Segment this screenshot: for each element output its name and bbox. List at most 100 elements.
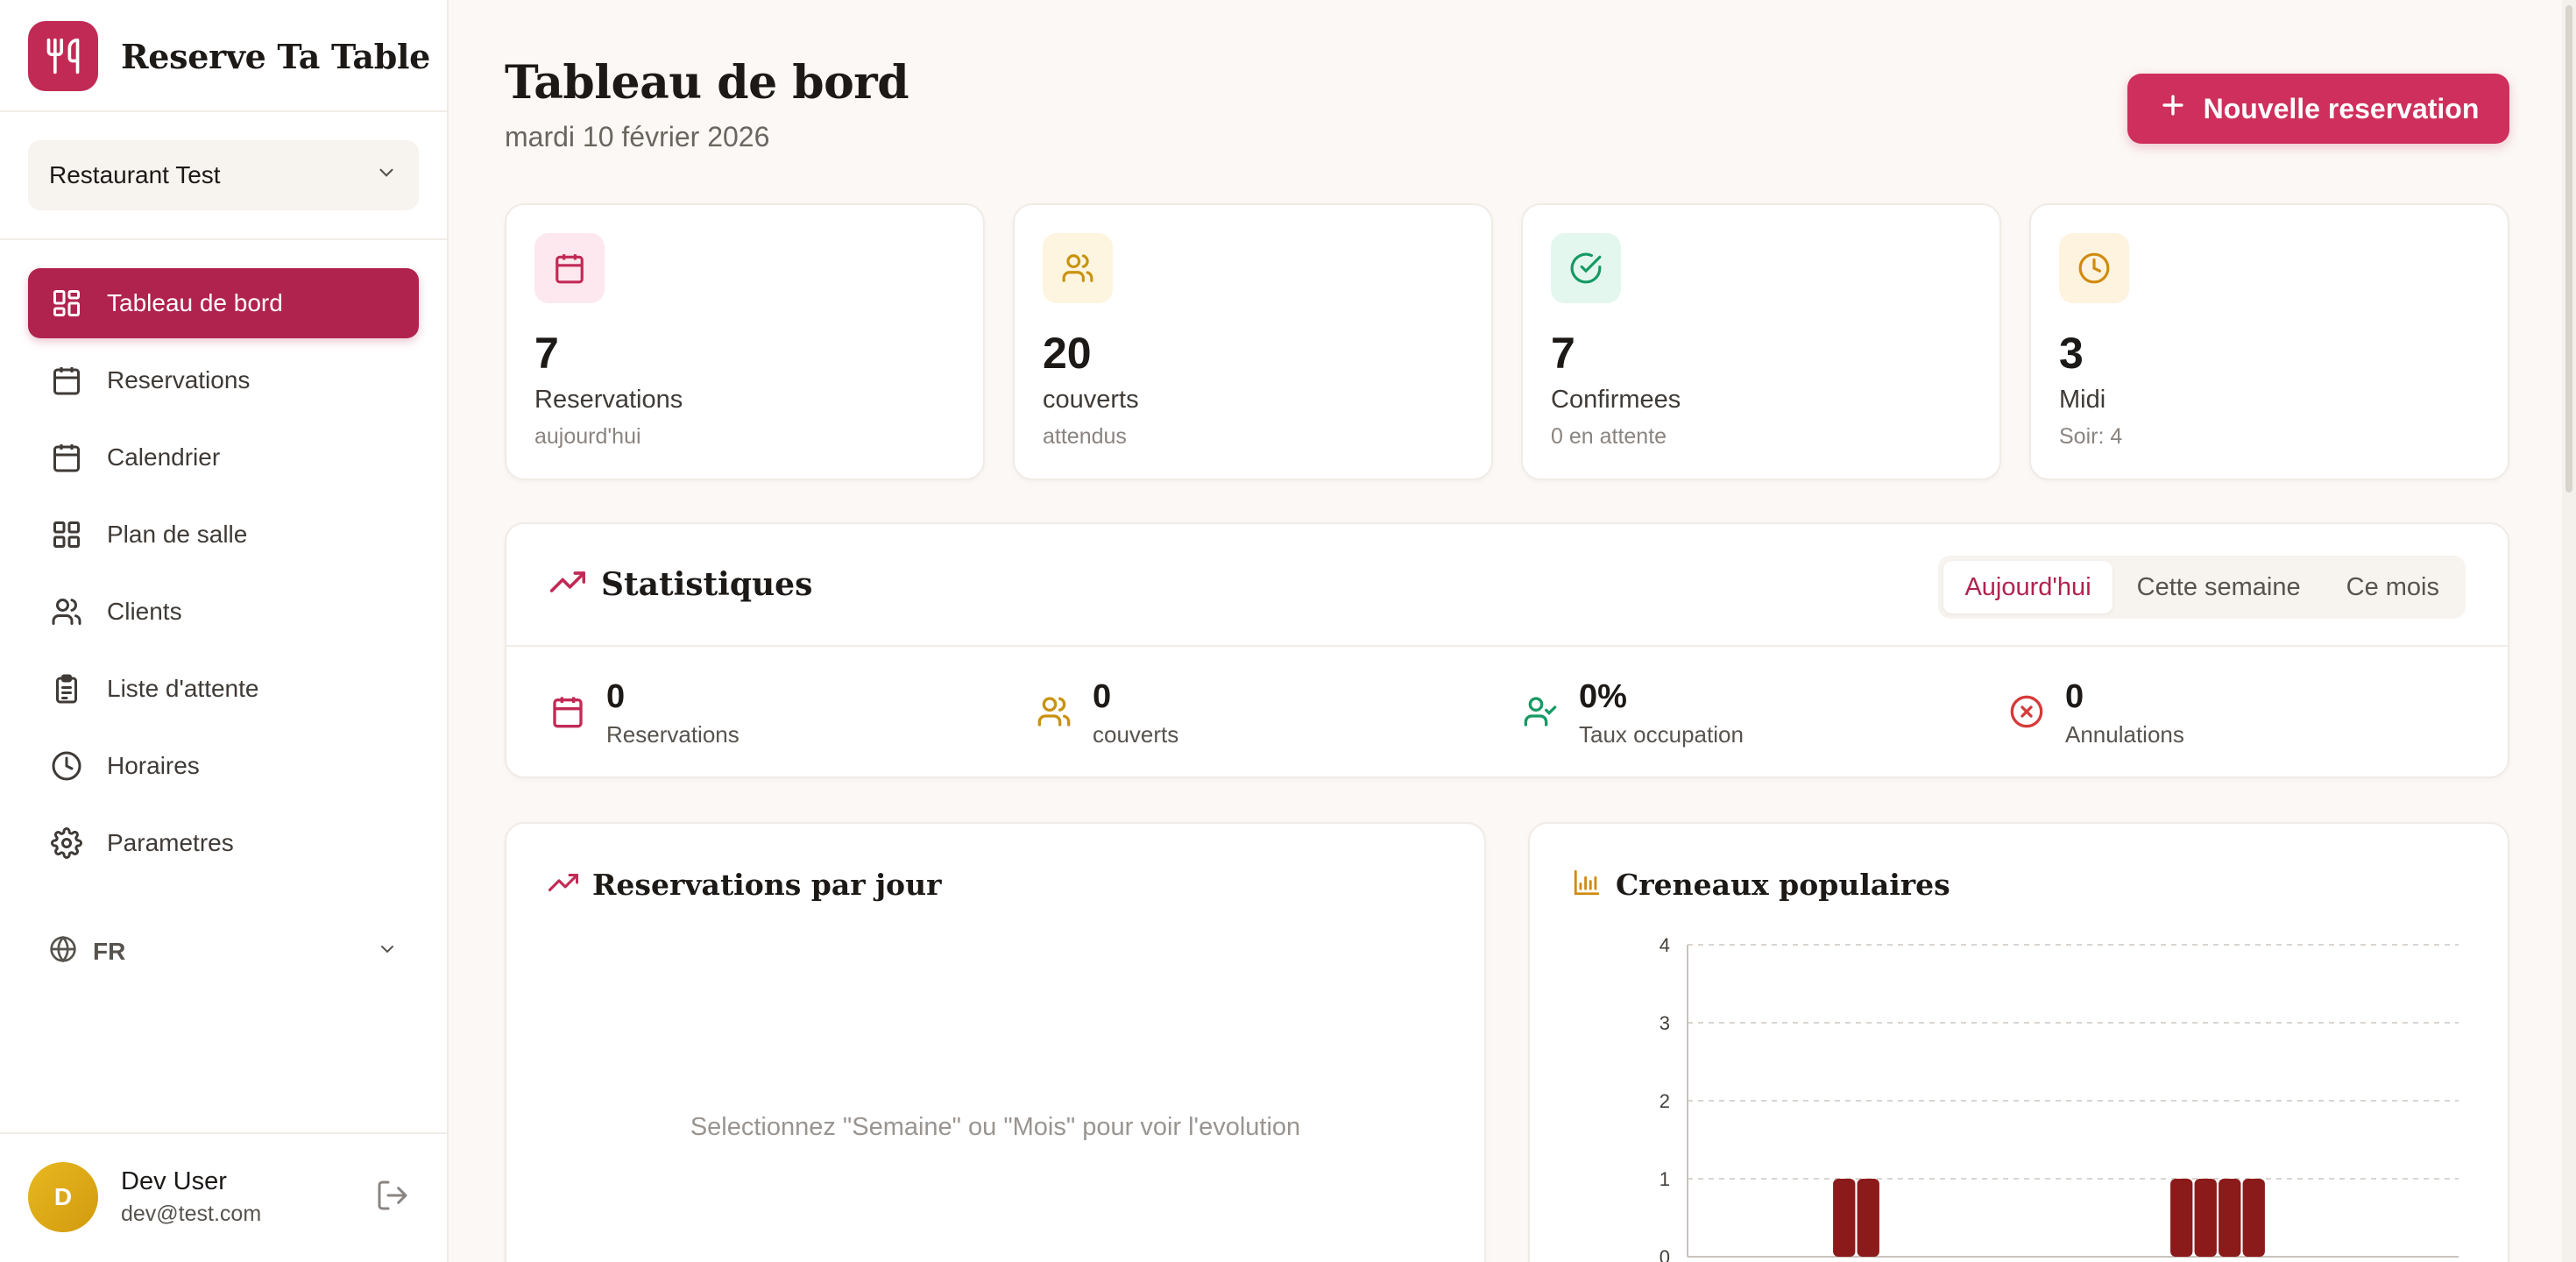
tab-today[interactable]: Aujourd'hui bbox=[1943, 561, 2112, 613]
stat-occupancy: 0% Taux occupation bbox=[1521, 678, 1744, 748]
stat-label: Taux occupation bbox=[1579, 721, 1744, 748]
kpi-subtext: Soir: 4 bbox=[2059, 424, 2123, 449]
user-info: Dev User dev@test.com bbox=[121, 1167, 261, 1227]
check-circle-icon bbox=[1551, 233, 1621, 303]
sidebar-item-clients[interactable]: Clients bbox=[28, 577, 419, 647]
sidebar-divider bbox=[0, 110, 447, 112]
reservations-per-day-card: Reservations par jour Selectionnez "Sema… bbox=[505, 822, 1486, 1262]
chart-bar[interactable] bbox=[2242, 1179, 2265, 1257]
sidebar-item-dashboard[interactable]: Tableau de bord bbox=[28, 268, 419, 338]
app-root: Reserve Ta Table Restaurant Test Tableau… bbox=[0, 0, 2576, 1262]
utensils-icon bbox=[28, 21, 98, 91]
calendar-icon bbox=[534, 233, 605, 303]
sidebar-item-label: Clients bbox=[107, 598, 182, 625]
avatar[interactable]: D bbox=[28, 1162, 98, 1232]
page-scrollbar-thumb[interactable] bbox=[2565, 5, 2572, 493]
sidebar-item-reservations[interactable]: Reservations bbox=[28, 345, 419, 415]
sidebar-item-label: Horaires bbox=[107, 752, 200, 779]
user-email: dev@test.com bbox=[121, 1202, 262, 1226]
stat-label: Reservations bbox=[606, 721, 740, 748]
clipboard-icon bbox=[49, 671, 84, 706]
kpi-card-lunch: 3 Midi Soir: 4 bbox=[2029, 203, 2509, 480]
stat-value: 0 bbox=[606, 678, 626, 715]
language-select[interactable]: FR bbox=[28, 917, 419, 987]
sidebar-item-label: Reservations bbox=[107, 366, 251, 393]
sidebar-item-floor-plan[interactable]: Plan de salle bbox=[28, 500, 419, 570]
kpi-card-reservations: 7 Reservations aujourd'hui bbox=[505, 203, 985, 480]
y-tick-label: 0 bbox=[1660, 1246, 1670, 1262]
brand-name: Reserve Ta Table bbox=[121, 36, 430, 76]
chevron-down-icon bbox=[377, 938, 398, 966]
globe-icon bbox=[49, 935, 77, 969]
statistics-header: Statistiques bbox=[549, 564, 813, 604]
kpi-value: 20 bbox=[1043, 329, 1092, 378]
stat-value: 0 bbox=[1093, 678, 1112, 715]
kpi-subtext: 0 en attente bbox=[1551, 424, 1667, 449]
sidebar-item-label: Calendrier bbox=[107, 443, 221, 471]
user-profile: D Dev User dev@test.com bbox=[28, 1160, 419, 1234]
page-date: mardi 10 février 2026 bbox=[505, 121, 770, 152]
floor-plan-icon bbox=[49, 517, 84, 552]
calendar-icon bbox=[49, 363, 84, 398]
kpi-value: 7 bbox=[534, 329, 559, 378]
sidebar-item-label: Tableau de bord bbox=[107, 289, 283, 316]
sidebar-divider bbox=[0, 238, 447, 240]
logout-icon[interactable] bbox=[375, 1178, 410, 1217]
stat-label: couverts bbox=[1093, 721, 1179, 748]
popular-slots-card: Creneaux populaires 01234 bbox=[1528, 822, 2509, 1262]
kpi-label: Midi bbox=[2059, 386, 2106, 414]
statistics-card: Statistiques Aujourd'hui Cette semaine C… bbox=[505, 522, 2509, 778]
tab-this-week[interactable]: Cette semaine bbox=[2116, 561, 2322, 613]
stat-label: Annulations bbox=[2065, 721, 2184, 748]
sidebar-item-label: Plan de salle bbox=[107, 521, 248, 548]
sidebar-item-label: Liste d'attente bbox=[107, 675, 259, 702]
y-tick-label: 3 bbox=[1660, 1012, 1670, 1034]
users-icon bbox=[1043, 233, 1113, 303]
sidebar-item-waitlist[interactable]: Liste d'attente bbox=[28, 654, 419, 724]
chart-bar[interactable] bbox=[1833, 1179, 1856, 1257]
chevron-down-icon bbox=[375, 161, 398, 190]
chart-bar[interactable] bbox=[2219, 1179, 2241, 1257]
sidebar: Reserve Ta Table Restaurant Test Tableau… bbox=[0, 0, 449, 1262]
dashboard-icon bbox=[49, 286, 84, 321]
sidebar-item-hours[interactable]: Horaires bbox=[28, 731, 419, 801]
tab-this-month[interactable]: Ce mois bbox=[2325, 561, 2460, 613]
calendar-icon bbox=[548, 692, 587, 731]
kpi-label: Confirmees bbox=[1551, 386, 1681, 414]
restaurant-select[interactable]: Restaurant Test bbox=[28, 140, 419, 210]
kpi-label: couverts bbox=[1043, 386, 1139, 414]
sidebar-item-label: Parametres bbox=[107, 829, 234, 856]
trending-up-icon bbox=[549, 564, 586, 604]
chart-bar[interactable] bbox=[2194, 1179, 2217, 1257]
restaurant-select-value: Restaurant Test bbox=[49, 161, 221, 188]
new-reservation-button[interactable]: Nouvelle reservation bbox=[2127, 74, 2509, 144]
stat-cancellations: 0 Annulations bbox=[2007, 678, 2184, 748]
statistics-divider bbox=[506, 645, 2508, 647]
statistics-title: Statistiques bbox=[601, 565, 813, 603]
brand[interactable]: Reserve Ta Table bbox=[28, 21, 430, 91]
plus-icon bbox=[2158, 90, 2188, 127]
x-circle-icon bbox=[2007, 692, 2046, 731]
y-tick-label: 2 bbox=[1660, 1090, 1670, 1112]
y-tick-label: 4 bbox=[1660, 934, 1670, 956]
sidebar-item-calendar[interactable]: Calendrier bbox=[28, 422, 419, 493]
kpi-value: 7 bbox=[1551, 329, 1575, 378]
panel-header: Reservations par jour bbox=[548, 868, 941, 902]
users-icon bbox=[49, 594, 84, 629]
y-tick-label: 1 bbox=[1660, 1168, 1670, 1190]
clock-icon bbox=[49, 748, 84, 783]
kpi-card-covers: 20 couverts attendus bbox=[1013, 203, 1493, 480]
chart-bar[interactable] bbox=[1857, 1179, 1879, 1257]
kpi-label: Reservations bbox=[534, 386, 683, 414]
kpi-subtext: attendus bbox=[1043, 424, 1127, 449]
gear-icon bbox=[49, 826, 84, 861]
sidebar-nav: Tableau de bord Reservations Calendrier … bbox=[28, 268, 419, 885]
sidebar-item-settings[interactable]: Parametres bbox=[28, 808, 419, 878]
page-title: Tableau de bord bbox=[505, 56, 909, 110]
stat-value: 0 bbox=[2065, 678, 2084, 715]
sidebar-divider bbox=[0, 1132, 447, 1134]
stat-reservations: 0 Reservations bbox=[548, 678, 740, 748]
popular-slots-chart: 0 1 2 3 4 bbox=[1660, 934, 2459, 1262]
kpi-card-confirmed: 7 Confirmees 0 en attente bbox=[1521, 203, 2001, 480]
chart-bar[interactable] bbox=[2170, 1179, 2193, 1257]
